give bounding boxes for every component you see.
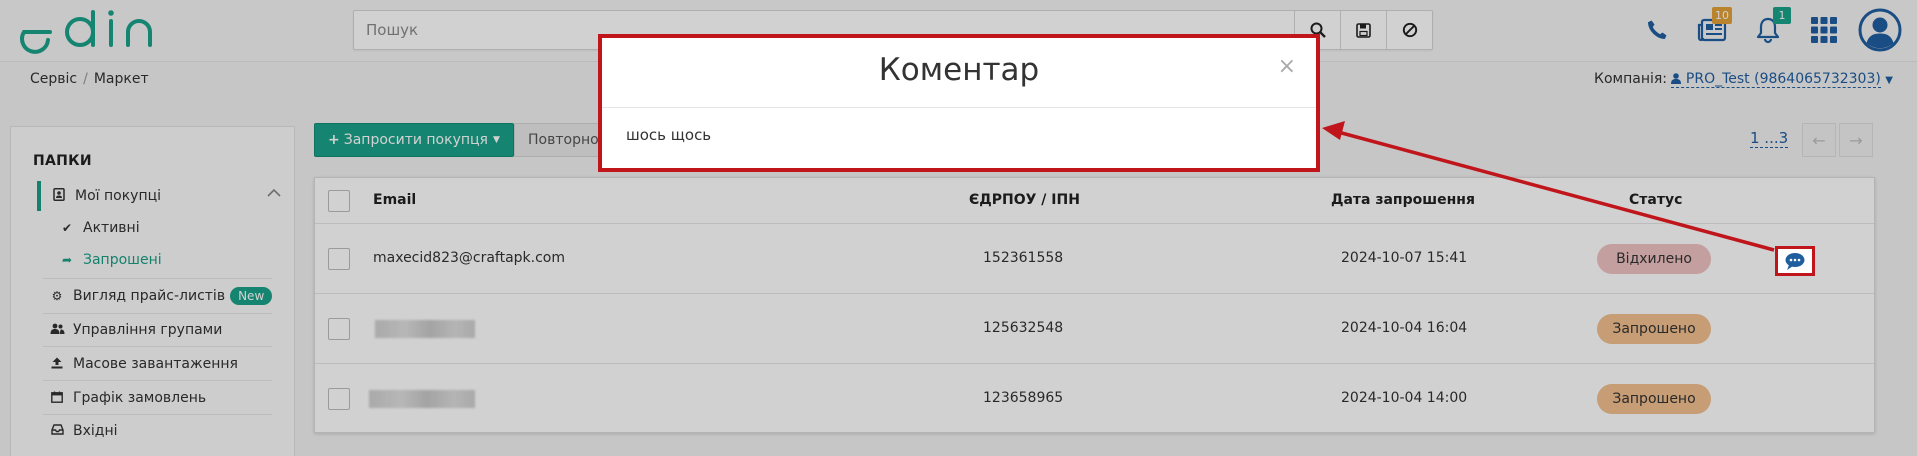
modal-header: Коментар × <box>602 38 1316 108</box>
modal-title: Коментар <box>878 52 1040 88</box>
comment-icon <box>1785 253 1805 270</box>
close-icon[interactable]: × <box>1278 56 1296 78</box>
comment-modal: Коментар × шось щось <box>598 34 1320 172</box>
comment-button[interactable] <box>1775 246 1815 276</box>
comment-text: шось щось <box>626 126 712 144</box>
